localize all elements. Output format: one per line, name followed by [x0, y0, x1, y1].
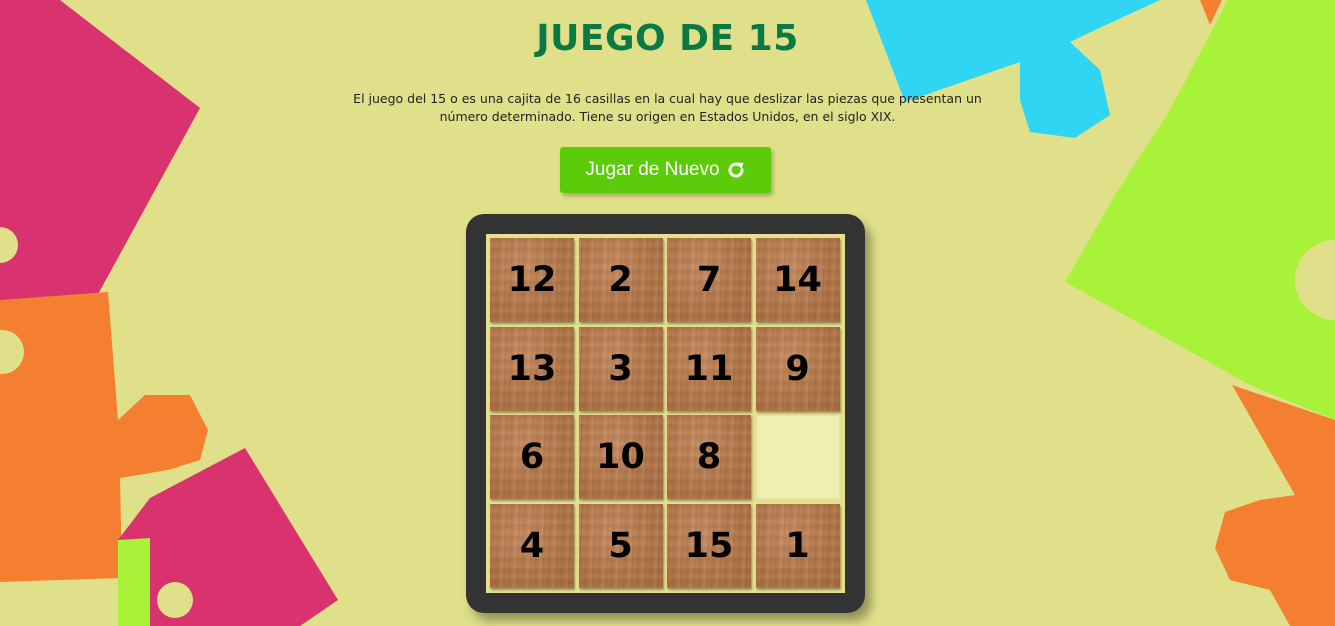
page-title: JUEGO DE 15	[536, 18, 799, 59]
refresh-icon	[728, 162, 744, 178]
puzzle-tile[interactable]: 7	[667, 238, 751, 322]
game-page: JUEGO DE 15 El juego del 15 o es una caj…	[0, 0, 1335, 626]
puzzle-tile[interactable]: 9	[755, 326, 840, 411]
puzzle-tile[interactable]: 10	[578, 415, 663, 499]
puzzle-tile[interactable]: 15	[667, 503, 751, 588]
game-description: El juego del 15 o es una cajita de 16 ca…	[353, 91, 982, 124]
puzzle-tile[interactable]: 6	[490, 415, 574, 499]
puzzle-tile[interactable]: 11	[667, 326, 751, 411]
puzzle-tile[interactable]: 3	[578, 326, 663, 411]
puzzle-tile[interactable]: 8	[667, 415, 751, 499]
play-again-button[interactable]: Jugar de Nuevo	[560, 147, 771, 193]
play-again-label: Jugar de Nuevo	[585, 159, 720, 180]
puzzle-tile[interactable]: 4	[490, 503, 574, 588]
puzzle-tile[interactable]: 12	[490, 238, 574, 322]
puzzle-tile[interactable]: 13	[490, 326, 574, 411]
puzzle-board: 12 2 7 14 13 3 11 9 6 10 8 4 5 15 1	[466, 214, 865, 613]
puzzle-grid: 12 2 7 14 13 3 11 9 6 10 8 4 5 15 1	[486, 234, 845, 593]
puzzle-tile[interactable]: 5	[578, 503, 663, 588]
puzzle-tile[interactable]: 14	[755, 238, 840, 322]
puzzle-tile[interactable]: 2	[578, 238, 663, 322]
puzzle-tile[interactable]: 1	[755, 503, 840, 588]
empty-slot	[755, 415, 840, 499]
